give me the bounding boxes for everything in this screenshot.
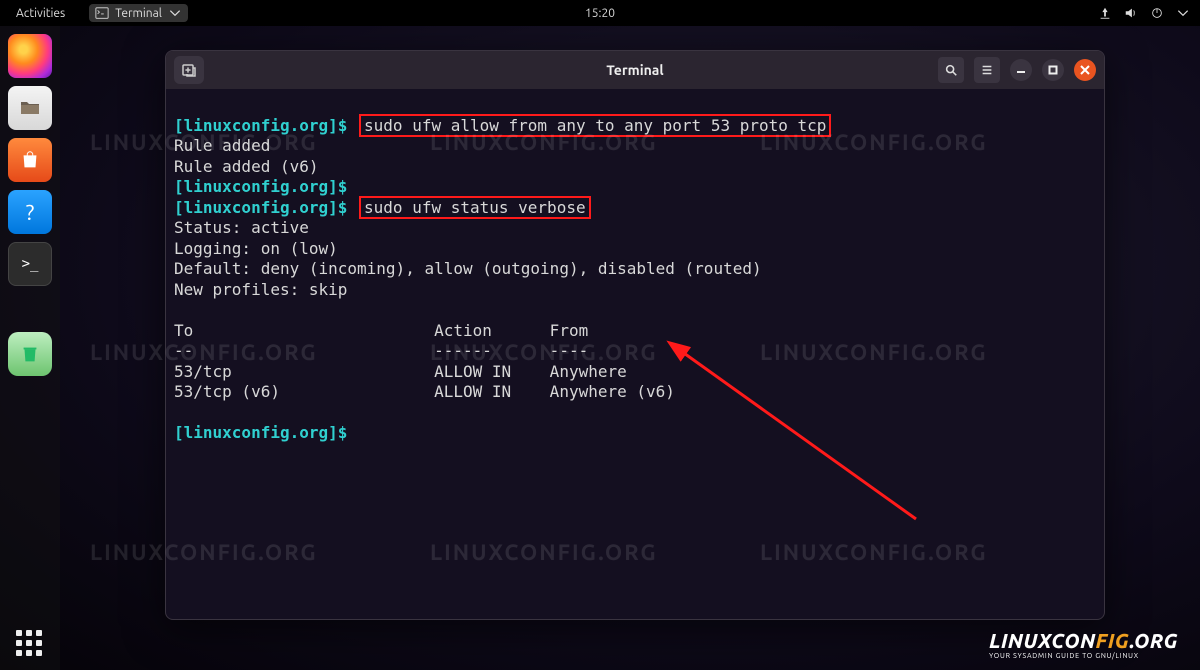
ufw-row: 53/tcp (v6) ALLOW IN Anywhere (v6): [174, 382, 1096, 403]
desktop: Activities Terminal 15:20 ? >_: [0, 0, 1200, 670]
shell-prompt: [linuxconfig.org]$: [174, 177, 347, 196]
maximize-icon: [1048, 65, 1058, 75]
topbar-clock[interactable]: 15:20: [585, 7, 615, 20]
chevron-down-icon: [168, 6, 182, 20]
ufw-row: 53/tcp ALLOW IN Anywhere: [174, 362, 1096, 383]
dock: ? >_: [0, 26, 60, 670]
terminal-indicator-icon: [95, 6, 109, 20]
dock-app-help[interactable]: ?: [8, 190, 52, 234]
ufw-header: To Action From: [174, 321, 1096, 342]
volume-icon[interactable]: [1124, 6, 1138, 20]
new-tab-button[interactable]: [174, 56, 204, 84]
close-button[interactable]: [1074, 59, 1096, 81]
search-icon: [944, 63, 958, 77]
dock-app-terminal[interactable]: >_: [8, 242, 52, 286]
dock-app-software[interactable]: [8, 138, 52, 182]
trash-icon: [19, 343, 41, 365]
new-tab-icon: [181, 62, 197, 78]
topbar-app-label: Terminal: [115, 7, 162, 20]
brand-logo: LINUXCONFIG.ORG YOUR SYSADMIN GUIDE TO G…: [989, 629, 1178, 660]
output-line: Logging: on (low): [174, 239, 338, 258]
terminal-titlebar[interactable]: Terminal: [166, 51, 1104, 89]
topbar-app-indicator[interactable]: Terminal: [89, 4, 188, 22]
terminal-body[interactable]: [linuxconfig.org]$ sudo ufw allow from a…: [166, 89, 1104, 619]
power-icon[interactable]: [1150, 6, 1164, 20]
output-line: New profiles: skip: [174, 280, 347, 299]
shopping-bag-icon: [19, 149, 41, 171]
maximize-button[interactable]: [1042, 59, 1064, 81]
dock-trash[interactable]: [8, 332, 52, 376]
network-icon[interactable]: [1098, 6, 1112, 20]
shell-prompt: [linuxconfig.org]$: [174, 423, 347, 442]
activities-button[interactable]: Activities: [10, 5, 71, 22]
close-icon: [1080, 65, 1090, 75]
output-line: Rule added: [174, 136, 270, 155]
search-button[interactable]: [938, 57, 964, 83]
dock-app-firefox[interactable]: [8, 34, 52, 78]
gnome-topbar: Activities Terminal 15:20: [0, 0, 1200, 26]
show-applications-button[interactable]: [16, 630, 44, 658]
folder-icon: [18, 96, 42, 120]
shell-prompt: [linuxconfig.org]$: [174, 198, 347, 217]
window-title: Terminal: [606, 62, 663, 78]
command-1: sudo ufw allow from any to any port 53 p…: [359, 114, 831, 137]
chevron-down-icon[interactable]: [1176, 6, 1190, 20]
terminal-window: Terminal [linuxconfig.org]$ sud: [165, 50, 1105, 620]
minimize-icon: [1016, 65, 1026, 75]
command-2: sudo ufw status verbose: [359, 196, 591, 219]
output-line: Rule added (v6): [174, 157, 319, 176]
output-line: Default: deny (incoming), allow (outgoin…: [174, 259, 762, 278]
ufw-divider: -- ------ ----: [174, 341, 1096, 362]
hamburger-icon: [980, 63, 994, 77]
shell-prompt: [linuxconfig.org]$: [174, 116, 347, 135]
minimize-button[interactable]: [1010, 59, 1032, 81]
dock-app-files[interactable]: [8, 86, 52, 130]
output-line: Status: active: [174, 218, 309, 237]
hamburger-menu-button[interactable]: [974, 57, 1000, 83]
